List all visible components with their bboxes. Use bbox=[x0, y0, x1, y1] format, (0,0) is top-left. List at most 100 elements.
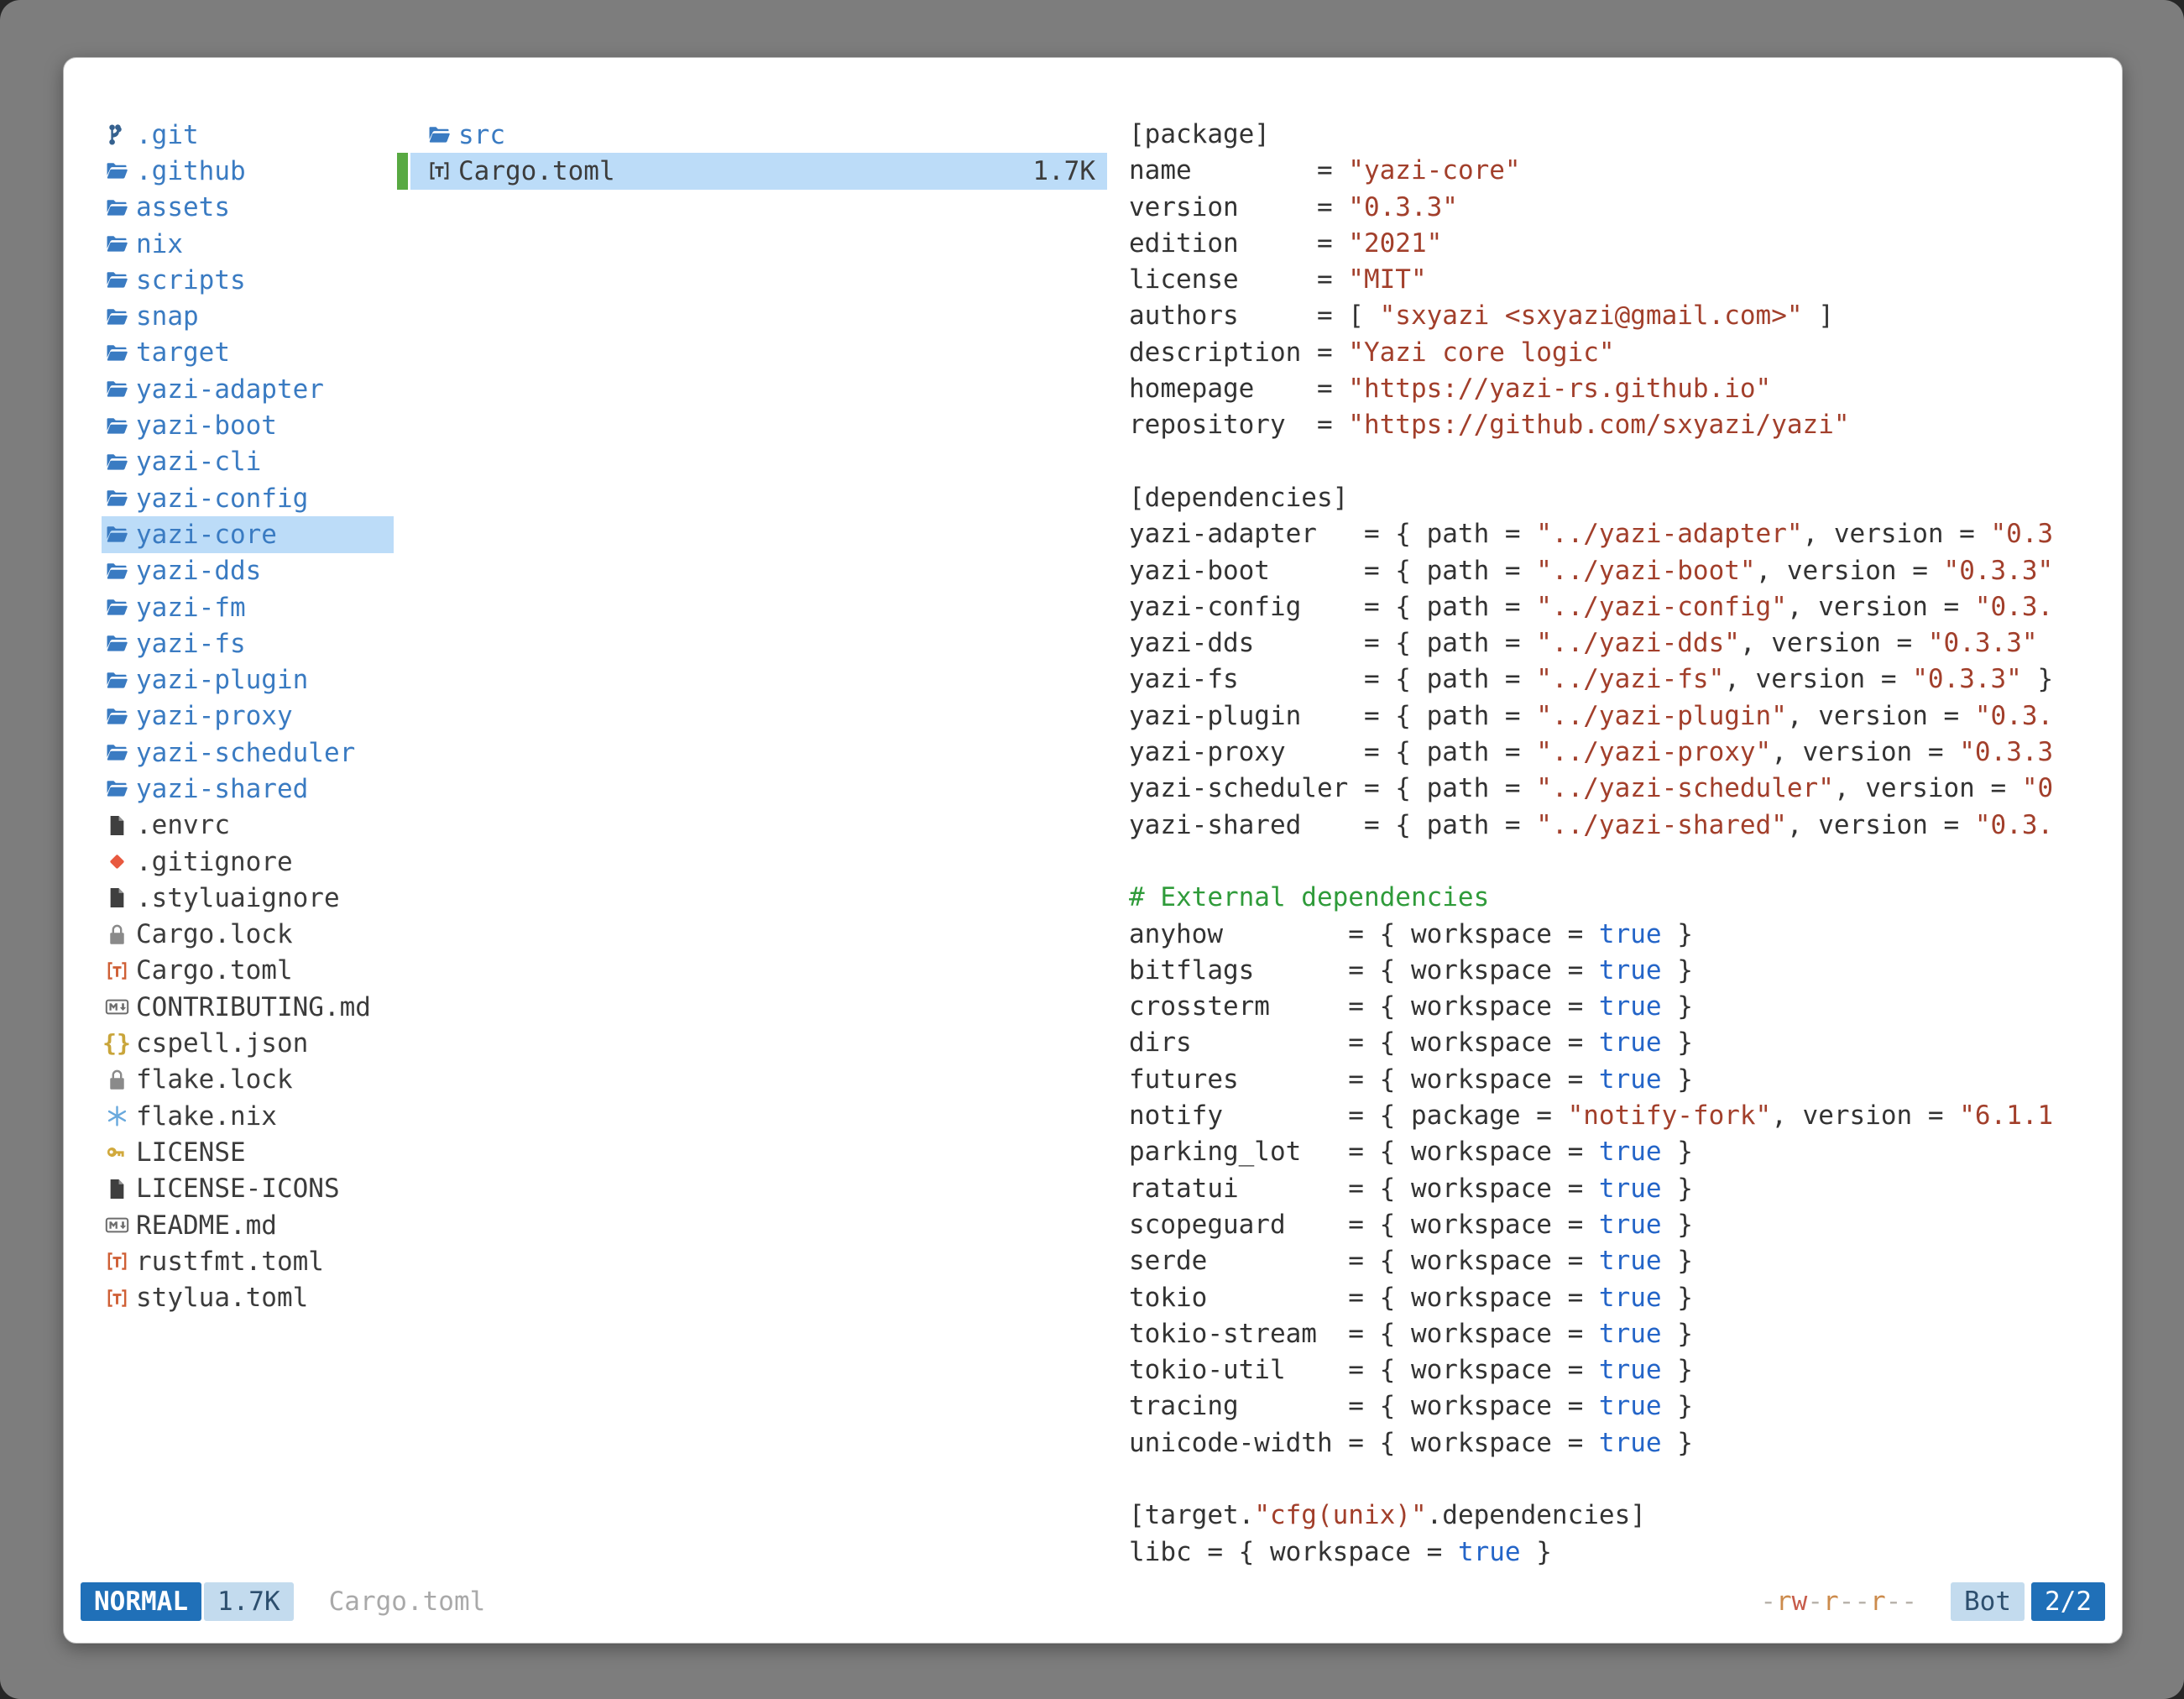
file-row-git[interactable]: .git bbox=[102, 117, 394, 153]
file-row-yazi-dds[interactable]: yazi-dds bbox=[102, 553, 394, 589]
file-row-stylua-toml[interactable]: stylua.toml bbox=[102, 1280, 394, 1316]
file-row-github[interactable]: .github bbox=[102, 153, 394, 189]
selection-marker bbox=[397, 117, 408, 153]
file-row-yazi-fm[interactable]: yazi-fm bbox=[102, 589, 394, 625]
folder-icon bbox=[102, 414, 132, 438]
file-name: target bbox=[136, 337, 230, 368]
file-name: yazi-fs bbox=[136, 629, 246, 659]
preview-line: version = "0.3.3" bbox=[1129, 190, 2107, 226]
file-name: yazi-config bbox=[136, 484, 308, 514]
file-name: LICENSE-ICONS bbox=[136, 1174, 340, 1204]
mode-indicator: NORMAL bbox=[81, 1582, 201, 1621]
preview-line bbox=[1129, 1461, 2107, 1498]
file-row-flake-nix[interactable]: flake.nix bbox=[102, 1098, 394, 1134]
file-size: 1.7K bbox=[1032, 156, 1095, 186]
file-name: yazi-shared bbox=[136, 774, 308, 804]
file-name: .envrc bbox=[136, 810, 230, 840]
file-name: .git bbox=[136, 120, 199, 150]
file-name: yazi-adapter bbox=[136, 374, 324, 405]
preview-line: yazi-scheduler = { path = "../yazi-sched… bbox=[1129, 771, 2107, 807]
folder-icon bbox=[102, 305, 132, 329]
lock-icon bbox=[102, 1068, 132, 1092]
file-name: assets bbox=[136, 192, 230, 222]
file-row-cargo-toml[interactable]: Cargo.toml 1.7K bbox=[397, 153, 1107, 189]
file-row-cspell-json[interactable]: {}cspell.json bbox=[102, 1025, 394, 1061]
file-name: yazi-boot bbox=[136, 410, 277, 441]
file-row-cargo-toml[interactable]: Cargo.toml bbox=[102, 953, 394, 989]
file-row-yazi-shared[interactable]: yazi-shared bbox=[102, 771, 394, 807]
preview-line: futures = { workspace = true } bbox=[1129, 1062, 2107, 1098]
preview-line: yazi-plugin = { path = "../yazi-plugin",… bbox=[1129, 698, 2107, 734]
file-icon bbox=[102, 813, 132, 838]
file-row-yazi-proxy[interactable]: yazi-proxy bbox=[102, 698, 394, 734]
file-row-target[interactable]: target bbox=[102, 335, 394, 371]
folder-icon bbox=[424, 123, 454, 147]
toml-icon bbox=[102, 1286, 132, 1310]
file-row-styluaignore[interactable]: .styluaignore bbox=[102, 880, 394, 916]
folder-icon bbox=[102, 668, 132, 693]
preview-line: [package] bbox=[1129, 117, 2107, 153]
file-row-gitignore[interactable]: .gitignore bbox=[102, 844, 394, 880]
preview-line: yazi-dds = { path = "../yazi-dds", versi… bbox=[1129, 625, 2107, 661]
file-row-snap[interactable]: snap bbox=[102, 298, 394, 334]
folder-icon bbox=[102, 450, 132, 474]
file-row-envrc[interactable]: .envrc bbox=[102, 808, 394, 844]
file-row-contributing-md[interactable]: CONTRIBUTING.md bbox=[102, 989, 394, 1025]
file-row-yazi-plugin[interactable]: yazi-plugin bbox=[102, 661, 394, 698]
folder-icon bbox=[102, 268, 132, 292]
file-row-yazi-fs[interactable]: yazi-fs bbox=[102, 625, 394, 661]
file-icon bbox=[102, 1177, 132, 1201]
file-row-readme-md[interactable]: README.md bbox=[102, 1207, 394, 1243]
status-filename: Cargo.toml bbox=[329, 1587, 486, 1617]
file-row-cargo-lock[interactable]: Cargo.lock bbox=[102, 917, 394, 953]
file-row-license[interactable]: LICENSE bbox=[102, 1134, 394, 1170]
selection-marker bbox=[397, 153, 408, 189]
folder-icon bbox=[102, 341, 132, 365]
file-row-flake-lock[interactable]: flake.lock bbox=[102, 1062, 394, 1098]
preview-line: notify = { package = "notify-fork", vers… bbox=[1129, 1098, 2107, 1134]
file-row-yazi-cli[interactable]: yazi-cli bbox=[102, 444, 394, 480]
folder-icon bbox=[102, 522, 132, 546]
status-bar: NORMAL 1.7K Cargo.toml -rw-r--r-- Bot 2/… bbox=[81, 1582, 2105, 1621]
preview-line bbox=[1129, 844, 2107, 880]
file-row-yazi-config[interactable]: yazi-config bbox=[102, 480, 394, 516]
preview-line: yazi-adapter = { path = "../yazi-adapter… bbox=[1129, 516, 2107, 552]
file-row-src[interactable]: src bbox=[397, 117, 1107, 153]
preview-line: dirs = { workspace = true } bbox=[1129, 1025, 2107, 1061]
preview-line: crossterm = { workspace = true } bbox=[1129, 989, 2107, 1025]
file-name: flake.lock bbox=[136, 1064, 293, 1095]
folder-icon bbox=[102, 595, 132, 619]
preview-line bbox=[1129, 444, 2107, 480]
file-name: Cargo.toml bbox=[136, 955, 293, 985]
file-preview-pane: [package]name = "yazi-core"version = "0.… bbox=[1129, 117, 2107, 1571]
file-name: yazi-scheduler bbox=[136, 738, 355, 768]
file-name: .gitignore bbox=[136, 847, 293, 877]
file-name: .github bbox=[136, 156, 246, 186]
file-row-nix[interactable]: nix bbox=[102, 226, 394, 262]
file-row-yazi-adapter[interactable]: yazi-adapter bbox=[102, 371, 394, 407]
yazi-file-manager-window: .git .github assets nixscriptssnap target yaz… bbox=[63, 57, 2123, 1644]
file-name: CONTRIBUTING.md bbox=[136, 992, 371, 1022]
preview-line: # External dependencies bbox=[1129, 880, 2107, 916]
file-row-yazi-core[interactable]: yazi-core bbox=[102, 516, 394, 552]
file-row-license-icons[interactable]: LICENSE-ICONS bbox=[102, 1171, 394, 1207]
preview-line: license = "MIT" bbox=[1129, 262, 2107, 298]
file-row-yazi-scheduler[interactable]: yazi-scheduler bbox=[102, 734, 394, 771]
file-row-yazi-boot[interactable]: yazi-boot bbox=[102, 407, 394, 443]
preview-line: [dependencies] bbox=[1129, 480, 2107, 516]
preview-line: tokio-stream = { workspace = true } bbox=[1129, 1316, 2107, 1352]
file-name: snap bbox=[136, 301, 199, 332]
preview-line: serde = { workspace = true } bbox=[1129, 1243, 2107, 1279]
panes-container: .git .github assets nixscriptssnap target yaz… bbox=[64, 58, 2122, 1577]
file-row-body: Cargo.toml 1.7K bbox=[410, 153, 1107, 189]
folder-icon bbox=[102, 377, 132, 401]
preview-line: unicode-width = { workspace = true } bbox=[1129, 1425, 2107, 1461]
file-name: Cargo.toml bbox=[458, 156, 615, 186]
file-row-assets[interactable]: assets bbox=[102, 190, 394, 226]
preview-line: parking_lot = { workspace = true } bbox=[1129, 1134, 2107, 1170]
file-permissions: -rw-r--r-- bbox=[1760, 1587, 1917, 1617]
preview-line: yazi-proxy = { path = "../yazi-proxy", v… bbox=[1129, 734, 2107, 771]
file-row-scripts[interactable]: scripts bbox=[102, 262, 394, 298]
preview-line: tokio = { workspace = true } bbox=[1129, 1280, 2107, 1316]
file-row-rustfmt-toml[interactable]: rustfmt.toml bbox=[102, 1243, 394, 1279]
